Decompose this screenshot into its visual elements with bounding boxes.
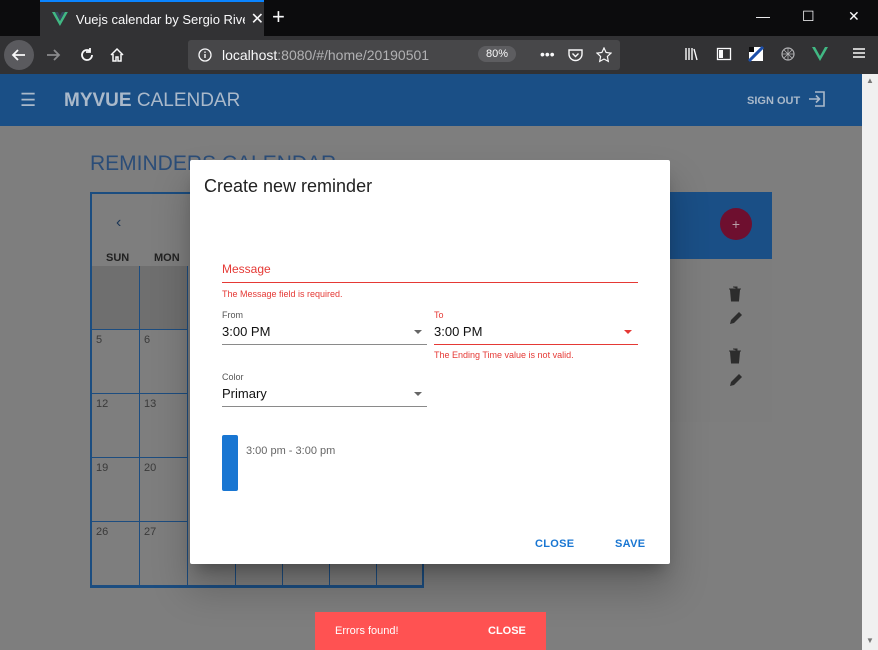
to-value: 3:00 PM: [434, 324, 483, 339]
scroll-up-icon[interactable]: ▲: [866, 76, 874, 85]
tab-title: Vuejs calendar by Sergio Rivera: [75, 11, 245, 27]
reload-button[interactable]: [72, 40, 102, 70]
browser-nav-bar: localhost:8080/#/home/20190501 80% •••: [0, 36, 878, 74]
color-value: Primary: [222, 386, 267, 401]
day-number: 5: [96, 334, 103, 346]
scroll-down-icon[interactable]: ▼: [866, 636, 874, 645]
color-select[interactable]: Color Primary: [222, 372, 427, 401]
error-snackbar: Errors found! CLOSE: [315, 612, 546, 650]
to-underline: [434, 344, 638, 345]
color-label: Color: [222, 372, 244, 382]
to-label: To: [434, 310, 444, 320]
url-path: :8080/#/home/20190501: [277, 47, 430, 63]
browser-tab[interactable]: Vuejs calendar by Sergio Rivera ✕: [40, 0, 264, 36]
from-underline: [222, 344, 427, 345]
create-reminder-dialog: Create new reminder Message The Message …: [190, 160, 670, 564]
calendar-day[interactable]: 6: [140, 330, 188, 394]
brand-light: CALENDAR: [136, 90, 241, 111]
calendar-day[interactable]: [92, 266, 140, 330]
from-select[interactable]: From 3:00 PM: [222, 310, 427, 339]
zoom-badge[interactable]: 80%: [478, 46, 517, 62]
day-number: 6: [144, 334, 151, 346]
snackbar-close-button[interactable]: CLOSE: [488, 625, 526, 637]
extension-icon[interactable]: [748, 46, 764, 62]
calendar-day[interactable]: [140, 266, 188, 330]
prev-month-icon[interactable]: ‹: [116, 214, 121, 232]
day-number: 19: [96, 462, 109, 474]
url-bar[interactable]: localhost:8080/#/home/20190501 80% •••: [188, 40, 620, 70]
from-value: 3:00 PM: [222, 324, 271, 339]
page-scrollbar[interactable]: ▲ ▼: [862, 74, 878, 650]
app-toolbar: ☰ MYVUE CALENDAR SIGN OUT: [0, 74, 862, 126]
day-number: 13: [144, 398, 157, 410]
hamburger-menu-icon[interactable]: [852, 46, 866, 60]
new-tab-button[interactable]: +: [272, 6, 285, 28]
delete-icon[interactable]: [728, 286, 742, 302]
close-button[interactable]: CLOSE: [535, 538, 574, 550]
app-brand: MYVUE CALENDAR: [64, 90, 240, 112]
sign-out-icon[interactable]: [808, 90, 826, 108]
color-dropdown-icon[interactable]: [414, 392, 422, 396]
more-actions-icon[interactable]: •••: [540, 46, 555, 62]
dow-label: MON: [154, 252, 180, 264]
reload-icon: [81, 48, 93, 61]
reminders-panel: +: [664, 192, 772, 422]
minimize-icon[interactable]: —: [756, 8, 770, 24]
to-select[interactable]: To 3:00 PM: [434, 310, 638, 339]
color-underline: [222, 406, 427, 407]
reminders-panel-header: [664, 192, 772, 259]
day-number: 20: [144, 462, 157, 474]
message-field-label[interactable]: Message: [222, 262, 271, 276]
calendar-day[interactable]: 27: [140, 522, 188, 586]
nav-menu-icon[interactable]: ☰: [20, 90, 36, 111]
sidebar-icon[interactable]: [716, 46, 732, 62]
info-icon[interactable]: [198, 48, 212, 62]
message-error: The Message field is required.: [222, 289, 343, 299]
day-number: 27: [144, 526, 157, 538]
message-input[interactable]: [222, 282, 638, 283]
calendar-day[interactable]: 12: [92, 394, 140, 458]
network-extension-icon[interactable]: [780, 46, 796, 62]
from-label: From: [222, 310, 243, 320]
vue-devtools-icon[interactable]: [812, 46, 828, 62]
to-dropdown-icon[interactable]: [624, 330, 632, 334]
to-error: The Ending Time value is not valid.: [434, 350, 574, 360]
back-arrow-icon: [11, 49, 25, 61]
brand-bold: MYVUE: [64, 90, 132, 111]
snackbar-text: Errors found!: [335, 625, 399, 637]
vue-logo-icon: [52, 12, 68, 26]
save-button[interactable]: SAVE: [615, 538, 645, 550]
delete-icon[interactable]: [728, 348, 742, 364]
bookmark-star-icon[interactable]: [596, 47, 612, 63]
tab-close-icon[interactable]: ✕: [251, 9, 264, 29]
page-content: ☰ MYVUE CALENDAR SIGN OUT REMINDERS CALE…: [0, 74, 862, 650]
day-number: 12: [96, 398, 109, 410]
dialog-title: Create new reminder: [204, 176, 373, 196]
sign-out-button[interactable]: SIGN OUT: [747, 95, 800, 107]
calendar-day[interactable]: 19: [92, 458, 140, 522]
reminder-color-preview: [222, 435, 238, 491]
browser-tab-bar: Vuejs calendar by Sergio Rivera ✕ + — ☐ …: [0, 0, 878, 36]
home-icon: [110, 47, 124, 62]
reminder-time-preview: 3:00 pm - 3:00 pm: [246, 445, 336, 457]
calendar-day[interactable]: 20: [140, 458, 188, 522]
forward-arrow-icon: [47, 49, 61, 61]
window-close-icon[interactable]: ✕: [848, 8, 860, 25]
day-number: 26: [96, 526, 109, 538]
edit-icon[interactable]: [728, 310, 744, 326]
library-icon[interactable]: [684, 46, 700, 62]
pocket-icon[interactable]: [568, 48, 583, 62]
maximize-icon[interactable]: ☐: [802, 8, 815, 25]
edit-icon[interactable]: [728, 372, 744, 388]
add-reminder-button[interactable]: +: [720, 208, 752, 240]
back-button[interactable]: [4, 40, 34, 70]
calendar-day[interactable]: 26: [92, 522, 140, 586]
forward-button[interactable]: [38, 40, 68, 70]
calendar-day[interactable]: 5: [92, 330, 140, 394]
dow-label: SUN: [106, 252, 130, 264]
home-button[interactable]: [102, 40, 132, 70]
from-dropdown-icon[interactable]: [414, 330, 422, 334]
calendar-day[interactable]: 13: [140, 394, 188, 458]
url-host: localhost: [222, 47, 278, 63]
